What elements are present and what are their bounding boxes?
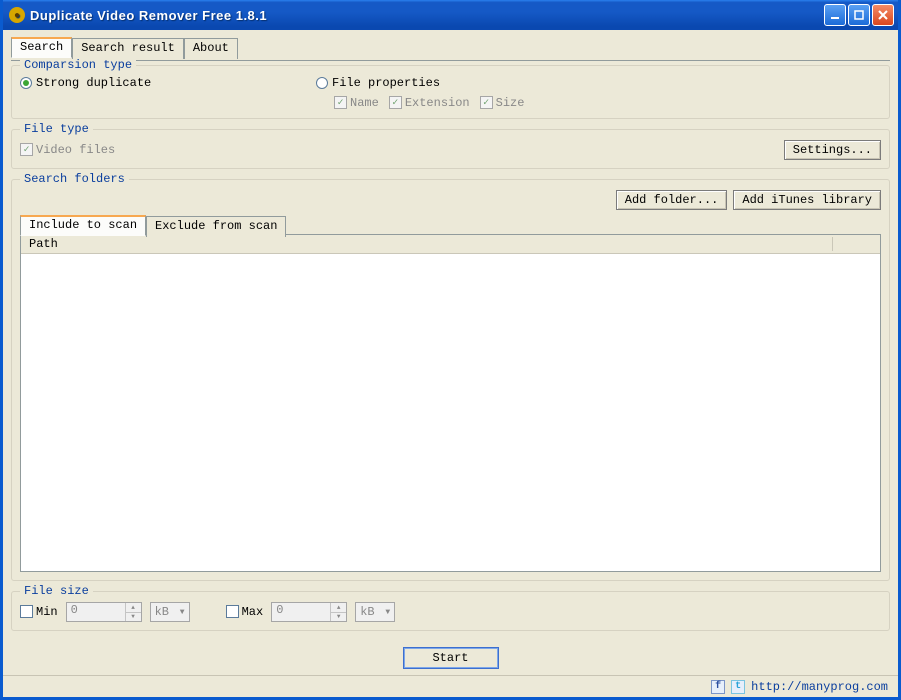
column-header-path[interactable]: Path <box>29 237 832 251</box>
comparison-legend: Comparsion type <box>20 58 136 72</box>
app-icon: ● <box>9 7 25 23</box>
app-window: ● Duplicate Video Remover Free 1.8.1 Sea… <box>0 0 901 700</box>
file-type-legend: File type <box>20 122 93 136</box>
checkbox-icon <box>389 96 402 109</box>
add-itunes-library-button[interactable]: Add iTunes library <box>733 190 881 210</box>
check-min[interactable]: Min <box>20 605 58 619</box>
settings-button[interactable]: Settings... <box>784 140 881 160</box>
tab-search-result[interactable]: Search result <box>72 38 184 59</box>
checkbox-icon <box>20 605 33 618</box>
title-bar: ● Duplicate Video Remover Free 1.8.1 <box>3 0 898 30</box>
radio-strong-duplicate[interactable]: Strong duplicate <box>20 76 300 90</box>
tab-search[interactable]: Search <box>11 37 72 58</box>
folder-list-panel: Path <box>20 234 881 572</box>
folder-list-body[interactable] <box>21 254 880 572</box>
check-extension: Extension <box>389 96 470 110</box>
close-button[interactable] <box>872 4 894 26</box>
window-title: Duplicate Video Remover Free 1.8.1 <box>30 8 824 23</box>
checkbox-icon <box>334 96 347 109</box>
search-folders-groupbox: Search folders Add folder... Add iTunes … <box>11 179 890 581</box>
maximize-icon <box>854 10 864 20</box>
tab-include-to-scan[interactable]: Include to scan <box>20 215 146 236</box>
spinner-icon: ▲▼ <box>125 603 141 621</box>
search-folders-legend: Search folders <box>20 172 129 186</box>
maximize-button[interactable] <box>848 4 870 26</box>
file-size-legend: File size <box>20 584 93 598</box>
folder-list-header: Path <box>21 235 880 254</box>
minimize-button[interactable] <box>824 4 846 26</box>
file-type-groupbox: File type Video files Settings... <box>11 129 890 169</box>
checkbox-icon <box>480 96 493 109</box>
column-header-spacer <box>832 237 872 251</box>
file-size-groupbox: File size Min 0 ▲▼ kB▼ Max 0 ▲▼ kB▼ <box>11 591 890 631</box>
comparison-groupbox: Comparsion type Strong duplicate File pr… <box>11 65 890 119</box>
add-folder-button[interactable]: Add folder... <box>616 190 728 210</box>
check-max[interactable]: Max <box>226 605 264 619</box>
check-video-files: Video files <box>20 143 115 157</box>
min-unit-select[interactable]: kB▼ <box>150 602 190 622</box>
max-input[interactable]: 0 ▲▼ <box>271 602 347 622</box>
spinner-icon: ▲▼ <box>330 603 346 621</box>
window-controls <box>824 4 894 26</box>
check-name: Name <box>334 96 379 110</box>
client-area: Search Search result About Comparsion ty… <box>3 30 898 675</box>
checkbox-icon <box>226 605 239 618</box>
close-icon <box>878 10 888 20</box>
radio-dot-icon <box>20 77 32 89</box>
twitter-icon[interactable]: t <box>731 680 745 694</box>
status-bar: f t http://manyprog.com <box>3 675 898 697</box>
radio-fileprops-label: File properties <box>332 76 440 90</box>
checkbox-icon <box>20 143 33 156</box>
tab-exclude-from-scan[interactable]: Exclude from scan <box>146 216 286 237</box>
tab-about[interactable]: About <box>184 38 238 59</box>
minimize-icon <box>830 10 840 20</box>
radio-strong-label: Strong duplicate <box>36 76 151 90</box>
radio-file-properties[interactable]: File properties <box>316 76 524 90</box>
radio-dot-icon <box>316 77 328 89</box>
chevron-down-icon: ▼ <box>385 608 390 617</box>
max-unit-select[interactable]: kB▼ <box>355 602 395 622</box>
start-button[interactable]: Start <box>403 647 499 669</box>
status-url-link[interactable]: http://manyprog.com <box>751 680 888 694</box>
min-input[interactable]: 0 ▲▼ <box>66 602 142 622</box>
chevron-down-icon: ▼ <box>180 608 185 617</box>
check-size: Size <box>480 96 525 110</box>
main-tab-bar: Search Search result About <box>11 36 890 57</box>
facebook-icon[interactable]: f <box>711 680 725 694</box>
